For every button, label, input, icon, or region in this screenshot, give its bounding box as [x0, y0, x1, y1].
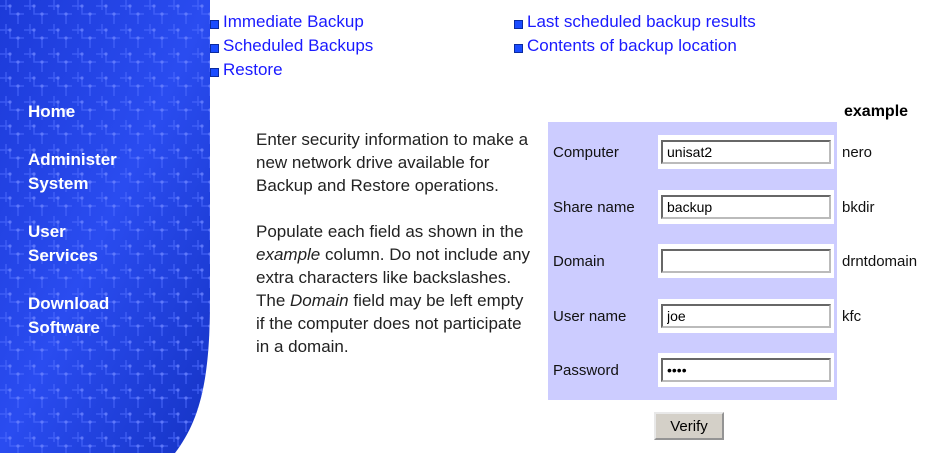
- bullet-icon: [210, 19, 219, 29]
- bullet-icon: [514, 19, 523, 29]
- user-name-input[interactable]: [661, 304, 831, 328]
- top-links-left: Immediate Backup Scheduled Backups Resto…: [210, 10, 373, 82]
- side-nav: Home Administer System User Services Dow…: [28, 100, 178, 364]
- instructions: Enter security information to make a new…: [256, 128, 536, 381]
- user-name-example: kfc: [842, 308, 862, 325]
- row-user-name: User name kfc: [548, 289, 861, 344]
- sidebar-item-download-software[interactable]: Download Software: [28, 292, 178, 340]
- bullet-icon: [514, 43, 523, 53]
- domain-example: drntdomain: [842, 253, 918, 270]
- computer-label: Computer: [553, 144, 619, 161]
- bullet-icon: [210, 67, 219, 77]
- top-links-right: Last scheduled backup results Contents o…: [514, 10, 756, 58]
- instructions-intro: Enter security information to make a new…: [256, 130, 529, 195]
- domain-input[interactable]: [661, 249, 831, 273]
- domain-label: Domain: [553, 253, 605, 270]
- computer-input[interactable]: [661, 140, 831, 164]
- row-share-name: Share name bkdir: [548, 180, 875, 235]
- user-name-label: User name: [553, 308, 627, 325]
- link-contents-backup-location[interactable]: Contents of backup location: [514, 34, 756, 58]
- password-input[interactable]: [661, 358, 831, 382]
- share-name-input[interactable]: [661, 195, 831, 219]
- instructions-detail: Populate each field as shown in the exam…: [256, 222, 531, 356]
- row-domain: Domain drntdomain: [548, 234, 917, 289]
- verify-button[interactable]: Verify: [654, 412, 724, 440]
- example-column-header: example: [844, 103, 909, 120]
- sidebar-item-administer-system[interactable]: Administer System: [28, 148, 178, 196]
- sidebar: Home Administer System User Services Dow…: [0, 0, 220, 453]
- row-password: Password: [548, 343, 837, 398]
- computer-example: nero: [842, 144, 873, 161]
- link-scheduled-backups[interactable]: Scheduled Backups: [210, 34, 373, 58]
- share-name-example: bkdir: [842, 199, 875, 216]
- share-name-label: Share name: [553, 199, 635, 216]
- bullet-icon: [210, 43, 219, 53]
- link-restore[interactable]: Restore: [210, 58, 373, 82]
- link-last-scheduled-results[interactable]: Last scheduled backup results: [514, 10, 756, 34]
- password-label: Password: [553, 362, 619, 379]
- row-computer: Computer nero: [548, 125, 872, 180]
- link-immediate-backup[interactable]: Immediate Backup: [210, 10, 373, 34]
- sidebar-item-user-services[interactable]: User Services: [28, 220, 178, 268]
- sidebar-item-home[interactable]: Home: [28, 100, 178, 124]
